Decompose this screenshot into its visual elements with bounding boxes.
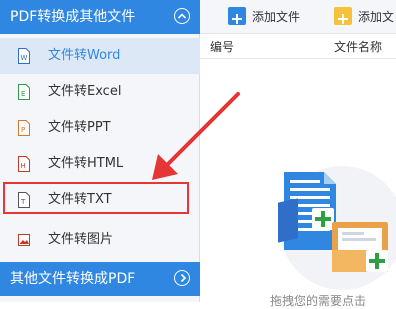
sidebar-header-pdf-to-other[interactable]: PDF转换成其他文件 — [0, 0, 200, 34]
drop-files-illustration — [278, 166, 396, 290]
svg-text:E: E — [21, 90, 25, 98]
sidebar-footer-label: 其他文件转换成PDF — [10, 271, 136, 287]
svg-text:W: W — [21, 54, 28, 62]
sidebar-item-label: 文件转Word — [48, 48, 121, 63]
sidebar-item-label: 文件转Excel — [48, 84, 122, 99]
word-file-icon: W — [18, 48, 30, 64]
add-file-label: 添加文件 — [252, 10, 301, 24]
sidebar-item-label: 文件转图片 — [48, 232, 114, 247]
ppt-file-icon: P — [18, 120, 30, 136]
toolbar: 添加文件 添加文 — [200, 0, 396, 34]
drop-hint-text: 拖拽您的需要点击 — [270, 294, 367, 308]
sidebar-item-label: 文件转HTML — [48, 156, 124, 171]
html-file-icon: H — [18, 156, 30, 172]
plus-icon — [312, 208, 334, 230]
add-folder-icon — [334, 7, 352, 25]
sidebar-item-image[interactable]: 文件转图片 — [0, 222, 200, 258]
add-file-icon — [228, 7, 246, 25]
excel-file-icon: E — [18, 84, 30, 100]
sidebar-header-label: PDF转换成其他文件 — [10, 9, 136, 25]
add-folder-label: 添加文 — [358, 10, 395, 24]
plus-icon — [366, 250, 388, 272]
column-filename: 文件名称 — [334, 40, 383, 54]
annotation-arrow — [152, 92, 240, 180]
sidebar-item-word[interactable]: W 文件转Word — [0, 38, 200, 74]
svg-text:H: H — [21, 162, 26, 170]
sidebar-item-label: 文件转PPT — [48, 120, 111, 135]
svg-text:P: P — [21, 126, 25, 134]
file-table-header: 编号 文件名称 — [200, 36, 396, 59]
image-file-icon — [18, 234, 30, 246]
column-number: 编号 — [210, 40, 235, 54]
sidebar-footer-other-to-pdf[interactable]: 其他文件转换成PDF — [0, 262, 200, 296]
chevron-up-icon[interactable] — [174, 8, 190, 24]
chevron-right-icon[interactable] — [174, 270, 190, 286]
